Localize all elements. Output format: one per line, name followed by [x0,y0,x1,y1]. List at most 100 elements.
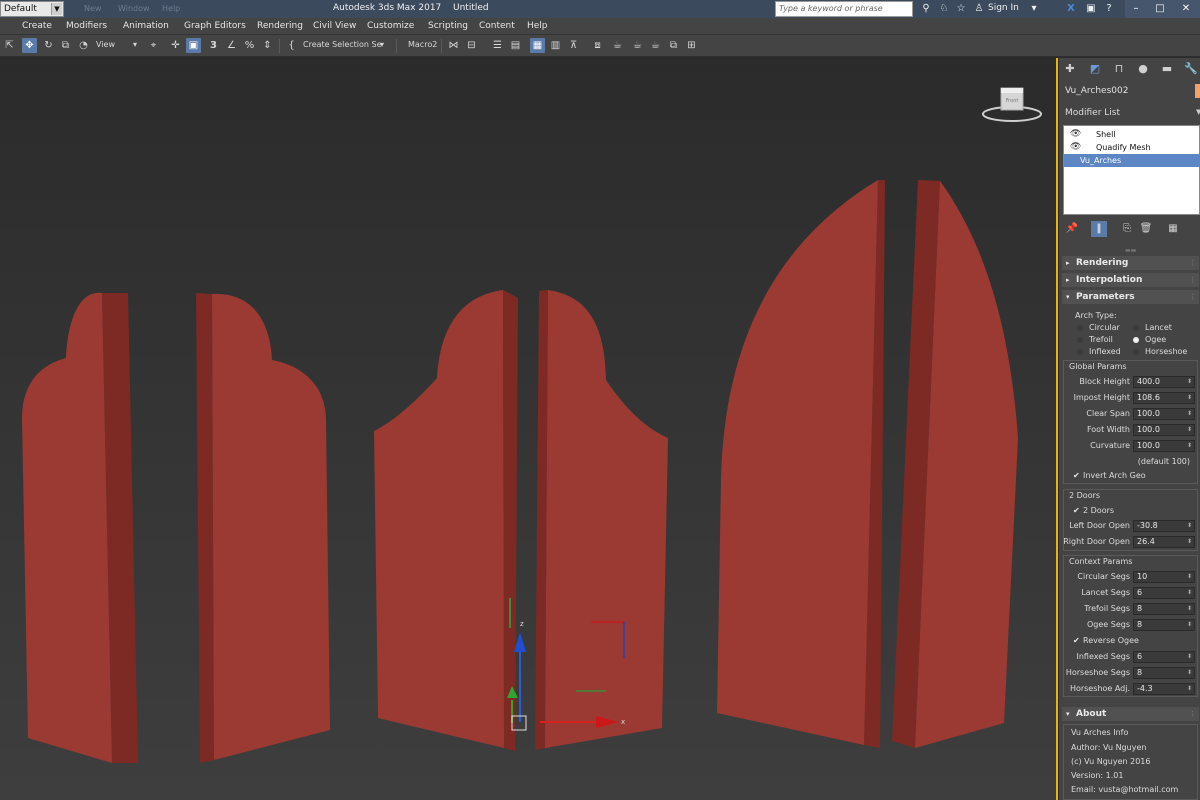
configure-sets-icon[interactable]: ▦ [1165,221,1181,237]
align-icon[interactable]: ⊟ [464,38,479,53]
radio-circular[interactable]: Circular [1077,323,1120,332]
layer-explorer-icon[interactable]: ☰ [490,38,505,53]
select-manipulate-icon[interactable]: ✛ [168,38,183,53]
foot-width-spinner[interactable]: 100.0 ⬍ [1133,424,1195,436]
radio-lancet[interactable]: Lancet [1133,323,1172,332]
toggle-ribbon-icon[interactable]: ▤ [508,38,523,53]
make-unique-icon[interactable]: ⎘ [1119,221,1135,237]
radio-horseshoe[interactable]: Horseshoe [1133,347,1187,356]
infocenter-icon[interactable]: ♘ [938,2,950,15]
menu-create[interactable]: Create [22,21,52,31]
percent-snap-icon[interactable]: % [242,38,257,53]
macro-button[interactable]: Macro2 [408,40,437,49]
rendered-frame-icon[interactable]: ☕ [610,38,625,53]
eye-icon[interactable]: 👁 [1070,128,1081,141]
menu-customize[interactable]: Customize [367,21,414,31]
block-height-spinner[interactable]: 400.0 ⬍ [1133,376,1195,388]
schematic-view-icon[interactable]: ▥ [548,38,563,53]
rollout-interpolation[interactable]: ▸ Interpolation ⋮ [1062,273,1199,287]
quick-access-help[interactable]: Help [162,4,180,13]
motion-tab-icon[interactable]: ● [1134,61,1152,77]
radio-ogee[interactable]: Ogee [1133,335,1166,344]
eye-icon[interactable]: 👁 [1070,141,1081,154]
object-color-swatch[interactable] [1195,84,1200,98]
curvature-spinner[interactable]: 100.0 ⬍ [1133,440,1195,452]
stack-item-shell[interactable]: 👁 Shell [1064,128,1200,141]
star-icon[interactable]: ☆ [955,2,967,15]
rotate-icon[interactable]: ↻ [41,38,56,53]
named-selection-dropdown[interactable]: Create Selection Se [303,40,382,49]
menu-animation[interactable]: Animation [123,21,169,31]
radio-inflexed[interactable]: Inflexed [1077,347,1121,356]
ogee-segs-spinner[interactable]: 8 ⬍ [1133,619,1195,631]
render-production-icon[interactable]: ☕ [630,38,645,53]
radio-trefoil[interactable]: Trefoil [1077,335,1113,344]
render-activeshade-icon[interactable]: ⧉ [666,38,681,53]
pin-stack-icon[interactable]: 📌 [1064,221,1080,237]
sign-in-link[interactable]: Sign In [988,3,1019,13]
modifier-list-dropdown[interactable]: Modifier List [1065,108,1120,118]
rollout-parameters[interactable]: ▾ Parameters ⋮ [1062,290,1199,304]
quick-access-window[interactable]: Window [118,4,150,13]
spinner-snap-icon[interactable]: ⇕ [260,38,275,53]
trefoil-segs-spinner[interactable]: 8 ⬍ [1133,603,1195,615]
hierarchy-tab-icon[interactable]: ⊓ [1110,61,1128,77]
modify-tab-icon[interactable]: ◩ [1086,61,1104,77]
pivot-icon[interactable]: ⌖ [146,38,161,53]
utilities-tab-icon[interactable]: 🔧 [1182,61,1200,77]
panel-grip[interactable]: ▬▬ [1125,247,1136,254]
horseshoe-adj-spinner[interactable]: -4.3 ⬍ [1133,683,1195,695]
angle-snap-icon[interactable]: ∠ [224,38,239,53]
inflexed-segs-spinner[interactable]: 6 ⬍ [1133,651,1195,663]
curve-editor-icon[interactable]: ▦ [530,38,545,53]
menu-help[interactable]: Help [527,21,548,31]
move-icon[interactable]: ✥ [22,38,37,53]
display-tab-icon[interactable]: ▬ [1158,61,1176,77]
rollout-rendering[interactable]: ▸ Rendering ⋮ [1062,256,1199,270]
menu-scripting[interactable]: Scripting [428,21,468,31]
two-doors-checkbox[interactable]: ✔ 2 Doors [1073,506,1114,515]
horseshoe-segs-spinner[interactable]: 8 ⬍ [1133,667,1195,679]
object-name-field[interactable]: Vu_Arches002 [1063,83,1191,99]
invert-arch-geo-checkbox[interactable]: ✔ Invert Arch Geo [1073,471,1146,480]
user-icon[interactable]: ♙ [973,2,985,15]
render-setup-icon[interactable]: ⧈ [590,38,605,53]
menu-content[interactable]: Content [479,21,515,31]
clear-span-spinner[interactable]: 100.0 ⬍ [1133,408,1195,420]
material-editor-icon[interactable]: ⊼ [566,38,581,53]
impost-height-spinner[interactable]: 108.6 ⬍ [1133,392,1195,404]
snap-toggle-icon[interactable]: 3 [206,38,221,53]
menu-rendering[interactable]: Rendering [257,21,303,31]
reverse-ogee-checkbox[interactable]: ✔ Reverse Ogee [1073,636,1139,645]
rollout-about[interactable]: ▾ About ⋮ [1062,707,1199,721]
lancet-segs-spinner[interactable]: 6 ⬍ [1133,587,1195,599]
keyboard-shortcut-icon[interactable]: ▣ [186,38,201,53]
render-iterative-icon[interactable]: ☕ [648,38,663,53]
modifier-stack[interactable]: 👁 Shell 👁 Quadify Mesh Vu_Arches [1063,125,1200,215]
show-end-result-icon[interactable]: ‖ [1091,221,1107,237]
maximize-icon[interactable]: □ [1151,2,1169,15]
remove-modifier-icon[interactable]: 🗑 [1138,221,1154,237]
stack-item-vu-arches[interactable]: Vu_Arches [1064,154,1200,167]
menu-civil-view[interactable]: Civil View [313,21,356,31]
scale-icon[interactable]: ⧉ [58,38,73,53]
menu-modifiers[interactable]: Modifiers [66,21,107,31]
cart-icon[interactable]: ▣ [1085,2,1097,15]
mirror-icon[interactable]: ⋈ [446,38,461,53]
stack-item-quadify-mesh[interactable]: 👁 Quadify Mesh [1064,141,1200,154]
right-door-open-spinner[interactable]: 26.4 ⬍ [1133,536,1195,548]
left-door-open-spinner[interactable]: -30.8 ⬍ [1133,520,1195,532]
reference-coord-dropdown[interactable]: View [96,40,115,49]
help-icon[interactable]: ? [1103,2,1115,15]
close-icon[interactable]: ✕ [1177,2,1195,15]
edit-named-selection-icon[interactable]: { [284,38,299,53]
perspective-viewport[interactable]: z x Front [0,58,1057,800]
minimize-icon[interactable]: – [1127,2,1145,15]
search-input[interactable]: Type a keyword or phrase [775,1,913,17]
select-icon[interactable]: ⇱ [2,38,17,53]
chevron-down-icon[interactable]: ▾ [1028,2,1040,15]
place-icon[interactable]: ◔ [76,38,91,53]
quick-access-new[interactable]: New [84,4,101,13]
workspace-dropdown[interactable]: Default ▼ [0,1,64,17]
circular-segs-spinner[interactable]: 10 ⬍ [1133,571,1195,583]
